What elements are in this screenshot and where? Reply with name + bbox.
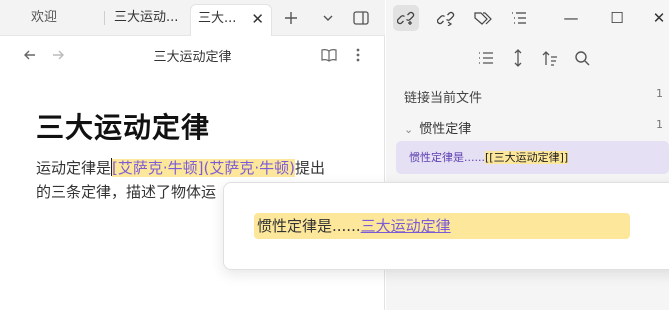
close-icon[interactable]: ✕ (251, 5, 264, 33)
document-title: 三大运动定律 (36, 111, 211, 144)
tab-label: 三大运动... (114, 10, 179, 25)
page-preview-popover[interactable]: 惯性定律是......三大运动定律 (223, 182, 669, 270)
plus-icon[interactable] (279, 6, 303, 30)
tab-label: 三大... (198, 11, 237, 26)
chevron-down-icon[interactable] (316, 6, 340, 30)
view-header: 三大运动定律 (0, 36, 385, 74)
more-vertical-icon[interactable] (347, 44, 369, 66)
backlink-file-count: 1 (656, 118, 663, 131)
popover-internal-link[interactable]: 三大运动定律 (361, 217, 451, 235)
sort-icon[interactable] (538, 46, 562, 70)
highlighted-link[interactable]: [艾萨克·牛顿](艾萨克·牛顿) (112, 159, 295, 177)
paragraph-text: 的三条定律，描述了物体运 (36, 183, 217, 201)
backlinks-heading[interactable]: 链接当前文件 1 (404, 87, 669, 106)
paragraph-text: 运动定律是 (36, 159, 112, 177)
backlink-match[interactable]: 惯性定律是......[[三大运动定律]] (396, 141, 669, 174)
outline-icon[interactable] (506, 5, 532, 31)
tab-three-laws-active[interactable]: 三大... ✕ (190, 4, 272, 36)
popover-highlighted-line: 惯性定律是......三大运动定律 (254, 213, 630, 239)
popover-text: 惯性定律是...... (257, 217, 361, 235)
backlinks-heading-label: 链接当前文件 (404, 91, 483, 106)
list-icon[interactable] (474, 46, 498, 70)
tags-icon[interactable] (470, 5, 496, 31)
search-icon[interactable] (570, 46, 594, 70)
backlinks-count: 1 (656, 87, 663, 100)
collapse-expand-icon[interactable] (506, 46, 530, 70)
maximize-window-icon[interactable]: ☐ (604, 5, 630, 31)
backlink-file-name: 惯性定律 (419, 122, 472, 137)
sidebar-toggle-icon[interactable] (349, 6, 373, 30)
tab-label: 欢迎 (31, 10, 58, 25)
sidebar-tab-bar: — ☐ ✕ (386, 0, 669, 36)
paragraph-text: 提出 (294, 159, 325, 177)
backlink-file[interactable]: ⌄ 惯性定律 1 (404, 118, 669, 137)
minimize-window-icon[interactable]: — (558, 5, 584, 31)
close-window-icon[interactable]: ✕ (646, 5, 669, 31)
tab-welcome[interactable]: 欢迎 (8, 4, 103, 32)
backlinks-icon[interactable] (393, 5, 419, 31)
backlink-match-text: 惯性定律是...... (409, 151, 485, 164)
outgoing-links-icon[interactable] (433, 5, 459, 31)
chevron-down-icon[interactable]: ⌄ (404, 123, 413, 136)
tab-divider (104, 11, 105, 25)
tab-bar: 欢迎 三大运动... 三大... ✕ (0, 0, 385, 36)
backlink-match-highlight: [[三大运动定律]] (484, 151, 569, 164)
tab-three-laws-1[interactable]: 三大运动... (106, 4, 188, 32)
book-open-icon[interactable] (318, 44, 340, 66)
backlinks-toolbar (386, 44, 669, 72)
